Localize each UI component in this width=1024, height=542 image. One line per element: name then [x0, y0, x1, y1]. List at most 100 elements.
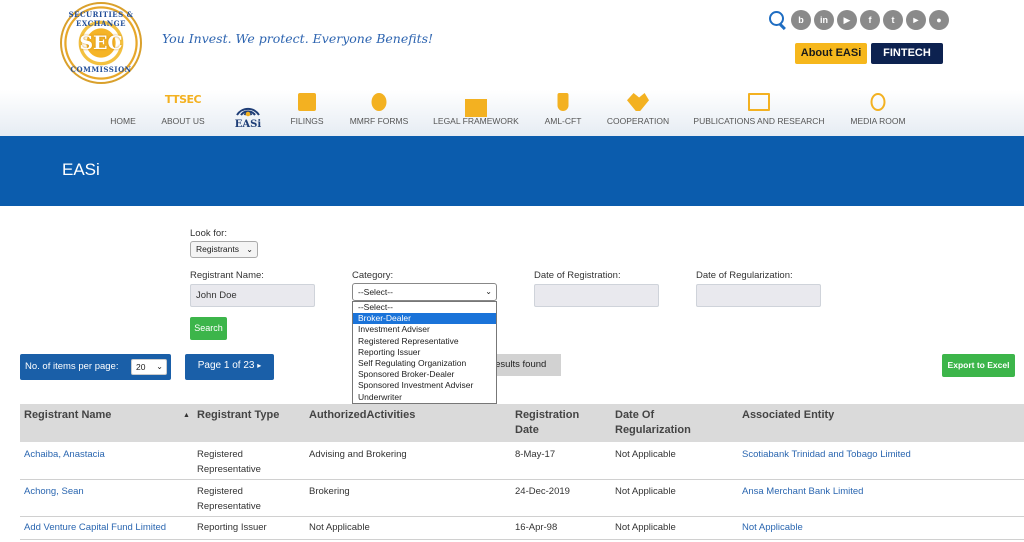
ttsec-icon: TTSEC: [164, 93, 202, 106]
blog-icon[interactable]: b: [791, 10, 811, 30]
category-select[interactable]: --Select-- ⌄: [352, 283, 497, 301]
authorized-activities: Advising and Brokering: [309, 449, 407, 460]
col-authorized-activities[interactable]: AuthorizedActivities: [309, 408, 415, 423]
table-row: Add Venture Capital Fund Limited Reporti…: [20, 517, 1024, 540]
logo-center: SEC: [79, 32, 123, 54]
site-header: SECURITIES & EXCHANGE SEC COMMISSION You…: [0, 0, 1024, 90]
associated-entity-link[interactable]: Scotiabank Trinidad and Tobago Limited: [742, 447, 911, 462]
category-option[interactable]: Investment Adviser: [353, 324, 496, 335]
per-page-value: 20: [136, 362, 146, 372]
nav-aml-cft-label: AML-CFT: [544, 116, 582, 126]
registrant-type: Registered Representative: [197, 484, 261, 514]
registrant-type: Registered Representative: [197, 447, 261, 477]
registrant-type: Reporting Issuer: [197, 522, 267, 533]
page-banner: EASi: [0, 136, 1024, 206]
col-registration-date-line2: Date: [515, 424, 539, 436]
date-regularization-input[interactable]: [696, 284, 821, 307]
social-icons: b in ▶ f t ► ●: [768, 9, 949, 31]
per-page-label: No. of items per page:: [25, 361, 119, 372]
nav-filings[interactable]: FILINGS: [284, 90, 330, 136]
date-registration-input[interactable]: [534, 284, 659, 307]
col-registrant-type[interactable]: Registrant Type: [197, 408, 279, 423]
sec-logo[interactable]: SECURITIES & EXCHANGE SEC COMMISSION: [60, 2, 142, 84]
associated-entity-link[interactable]: Not Applicable: [742, 520, 803, 535]
twitter-icon[interactable]: t: [883, 10, 903, 30]
nav-aml-cft[interactable]: AML-CFT: [539, 90, 587, 136]
per-page-select[interactable]: 20 ⌄: [131, 359, 167, 375]
pager-button[interactable]: Page 1 of 23 ▸: [185, 354, 274, 380]
nav-home-label: HOME: [110, 116, 136, 126]
linkedin-icon[interactable]: in: [814, 10, 834, 30]
mmrf-forms-icon: [371, 93, 387, 111]
col-registrant-name[interactable]: Registrant Name: [24, 408, 111, 423]
handshake-icon: [627, 93, 649, 111]
nav-easi[interactable]: EASi: [229, 95, 267, 133]
registration-date: 16-Apr-98: [515, 522, 558, 533]
col-associated-entity[interactable]: Associated Entity: [742, 408, 834, 423]
search-button[interactable]: Search: [190, 317, 227, 340]
nav-publications-label: PUBLICATIONS AND RESEARCH: [693, 116, 825, 126]
nav-cooperation-label: COOPERATION: [606, 116, 670, 126]
tagline: You Invest. We protect. Everyone Benefit…: [162, 31, 434, 46]
table-header: Registrant Name Registrant Type Authoriz…: [20, 404, 1024, 442]
look-for-select[interactable]: Registrants ⌄: [190, 241, 258, 258]
regularization-date: Not Applicable: [615, 449, 676, 460]
export-excel-button[interactable]: Export to Excel: [942, 354, 1015, 377]
registration-date: 8-May-17: [515, 449, 556, 460]
results-count: 3 results found: [484, 354, 561, 376]
filings-icon: [298, 93, 316, 111]
category-option[interactable]: Self Regulating Organization: [353, 358, 496, 369]
category-option[interactable]: Sponsored Investment Adviser: [353, 380, 496, 391]
category-option[interactable]: Broker-Dealer: [353, 313, 496, 325]
category-value: --Select--: [358, 287, 393, 297]
category-option[interactable]: Registered Representative: [353, 336, 496, 347]
apple-icon[interactable]: ●: [929, 10, 949, 30]
registrant-name-link[interactable]: Achong, Sean: [24, 484, 84, 499]
col-registration-date[interactable]: Registration Date: [515, 408, 579, 438]
gavel-icon: [465, 99, 487, 117]
easi-signal-icon: [236, 108, 260, 117]
regularization-date: Not Applicable: [615, 486, 676, 497]
search-icon[interactable]: [768, 10, 788, 30]
nav-legal-framework[interactable]: LEGAL FRAMEWORK: [430, 90, 522, 136]
registrant-type-line2: Representative: [197, 501, 261, 512]
category-label: Category:: [352, 270, 394, 281]
nav-filings-label: FILINGS: [290, 116, 324, 126]
play-store-icon[interactable]: ►: [906, 10, 926, 30]
category-option[interactable]: Reporting Issuer: [353, 347, 496, 358]
authorized-activities: Not Applicable: [309, 522, 370, 533]
col-registration-date-line1: Registration: [515, 409, 580, 421]
logo-ring-top: SECURITIES & EXCHANGE: [68, 10, 134, 28]
col-date-of-regularization[interactable]: Date Of Regularization: [615, 408, 691, 438]
associated-entity-link[interactable]: Ansa Merchant Bank Limited: [742, 484, 863, 499]
registrant-name-link[interactable]: Achaiba, Anastacia: [24, 447, 105, 462]
nav-home[interactable]: HOME: [103, 90, 143, 136]
nav-about-us[interactable]: TTSEC ABOUT US: [158, 90, 208, 136]
about-easi-button[interactable]: About EASi: [795, 43, 867, 64]
facebook-icon[interactable]: f: [860, 10, 880, 30]
nav-media-room[interactable]: MEDIA ROOM: [846, 90, 910, 136]
look-for-label: Look for:: [190, 228, 227, 239]
category-option[interactable]: Sponsored Broker-Dealer: [353, 369, 496, 380]
youtube-icon[interactable]: ▶: [837, 10, 857, 30]
registrant-name-link[interactable]: Add Venture Capital Fund Limited: [24, 520, 166, 535]
table-row: Achaiba, Anastacia Registered Representa…: [20, 442, 1024, 480]
nav-mmrf-forms-label: MMRF FORMS: [349, 116, 409, 126]
nav-cooperation[interactable]: COOPERATION: [604, 90, 672, 136]
registrant-name-input[interactable]: John Doe: [190, 284, 315, 307]
registrant-type-line1: Registered: [197, 486, 243, 497]
chevron-down-icon: ⌄: [246, 245, 253, 254]
registration-date: 24-Dec-2019: [515, 486, 570, 497]
category-option[interactable]: Underwriter: [353, 392, 496, 403]
nav-publications[interactable]: PUBLICATIONS AND RESEARCH: [692, 90, 826, 136]
page-title: EASi: [62, 160, 100, 179]
regularization-date: Not Applicable: [615, 522, 676, 533]
fintech-button[interactable]: FINTECH: [871, 43, 943, 64]
arrow-right-icon: ▸: [257, 361, 262, 370]
nav-mmrf-forms[interactable]: MMRF FORMS: [346, 90, 412, 136]
sort-asc-icon[interactable]: ▲: [183, 412, 190, 419]
category-option[interactable]: --Select--: [353, 302, 496, 313]
col-regularization-line2: Regularization: [615, 424, 691, 436]
nav-easi-label: EASi: [234, 119, 262, 130]
play-circle-icon: [870, 93, 886, 111]
